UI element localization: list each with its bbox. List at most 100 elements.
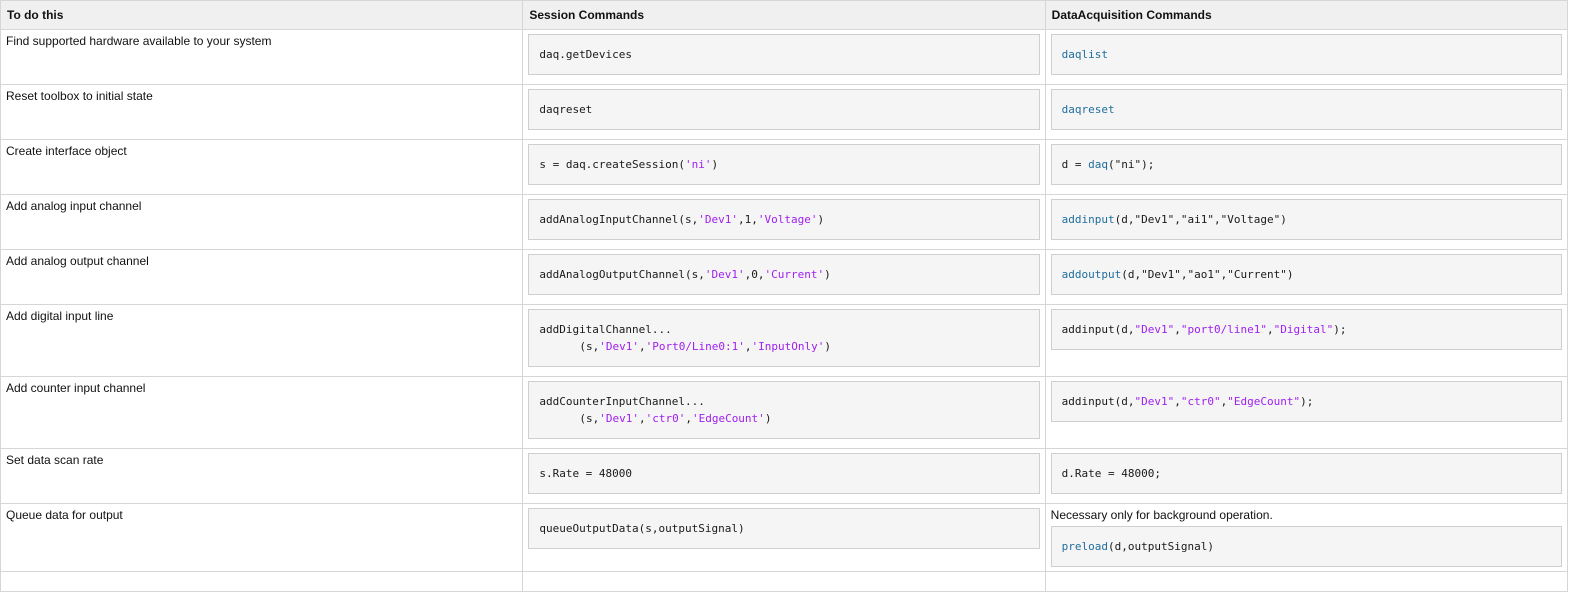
task-description: Add analog output channel (0, 249, 524, 305)
code-string-token: 'Voltage' (757, 213, 818, 226)
code-token: (d,"Dev1","ao1","Current") (1121, 268, 1294, 281)
task-description: Create interface object (0, 139, 524, 195)
code-token: addCounterInputChannel... (539, 395, 705, 408)
code-string-token: "port0/line1" (1180, 323, 1267, 336)
code-token: ) (817, 213, 825, 226)
code-token: ); (1333, 323, 1347, 336)
dataacquisition-command-cell: addinput(d,"Dev1","ctr0","EdgeCount"); (1044, 376, 1569, 449)
session-code-block[interactable]: s = daq.createSession('ni') (528, 144, 1040, 185)
code-function-token: preload (1061, 540, 1109, 553)
code-function-token: daqlist (1061, 48, 1109, 61)
table-row: Add analog input channel addAnalogInputCh… (0, 194, 1569, 250)
dataacquisition-command-cell: Necessary only for background operation.… (1044, 503, 1569, 572)
code-string-token: 'Current' (764, 268, 825, 281)
table-row: Queue data for output queueOutputData(s,o… (0, 503, 1569, 572)
dataacquisition-command-cell: d = daq("ni"); (1044, 139, 1569, 195)
dataacquisition-command-cell: d.Rate = 48000; (1044, 448, 1569, 504)
header-session-commands: Session Commands (522, 0, 1046, 30)
code-string-token: "Dev1" (1134, 395, 1175, 408)
code-string-token: "Digital" (1273, 323, 1334, 336)
code-line: daqreset (539, 101, 1028, 118)
dataacquisition-code-block[interactable]: addinput(d,"Dev1","ai1","Voltage") (1050, 199, 1562, 240)
session-command-cell: daqreset (522, 84, 1046, 140)
session-command-cell: addAnalogOutputChannel(s,'Dev1',0,'Curre… (522, 249, 1046, 305)
session-code-block[interactable]: queueOutputData(s,outputSignal) (528, 508, 1040, 549)
session-code-block[interactable]: s.Rate = 48000 (528, 453, 1040, 494)
code-string-token: 'Dev1' (599, 340, 639, 353)
command-note: Necessary only for background operation. (1050, 508, 1273, 522)
code-token: (d,"Dev1","ai1","Voltage") (1114, 213, 1287, 226)
code-string-token: 'InputOnly' (751, 340, 825, 353)
code-line: addoutput(d,"Dev1","ao1","Current") (1062, 266, 1551, 283)
code-line: s = daq.createSession('ni') (539, 156, 1028, 173)
session-code-block[interactable]: addDigitalChannel... (s,'Dev1','Port0/Lin… (528, 309, 1040, 367)
dataacquisition-code-block[interactable]: addoutput(d,"Dev1","ao1","Current") (1050, 254, 1562, 295)
task-description: Queue data for output (0, 503, 524, 572)
task-description: Add analog input channel (0, 194, 524, 250)
code-token: addDigitalChannel... (539, 323, 672, 336)
code-line: s.Rate = 48000 (539, 465, 1028, 482)
session-code-block[interactable]: daq.getDevices (528, 34, 1040, 75)
dataacquisition-code-block[interactable]: d = daq("ni"); (1050, 144, 1562, 185)
code-string-token: 'ni' (685, 158, 712, 171)
code-line: d.Rate = 48000; (1062, 465, 1551, 482)
table-row: Add counter input channel addCounterInput… (0, 376, 1569, 449)
task-description: Set data scan rate (0, 448, 524, 504)
code-string-token: "ctr0" (1180, 395, 1221, 408)
code-function-token: daq (1088, 158, 1109, 171)
code-line: addinput(d,"Dev1","ctr0","EdgeCount"); (1062, 393, 1551, 410)
code-line: daqreset (1062, 101, 1551, 118)
code-token: daqreset (539, 103, 593, 116)
code-line: addinput(d,"Dev1","ai1","Voltage") (1062, 211, 1551, 228)
dataacquisition-code-block[interactable]: addinput(d,"Dev1","port0/line1","Digital… (1050, 309, 1562, 350)
session-code-block[interactable]: daqreset (528, 89, 1040, 130)
code-token: ) (764, 412, 772, 425)
dataacquisition-command-cell: daqlist (1044, 29, 1569, 85)
code-function-token: addinput (1061, 213, 1115, 226)
session-code-block[interactable]: addAnalogOutputChannel(s,'Dev1',0,'Curre… (528, 254, 1040, 295)
session-code-block[interactable]: addCounterInputChannel... (s,'Dev1','ctr0… (528, 381, 1040, 439)
header-to-do-this: To do this (0, 0, 524, 30)
dataacquisition-code-block[interactable]: daqreset (1050, 89, 1562, 130)
code-token: ) (824, 268, 831, 281)
code-token: , (638, 412, 646, 425)
code-line: queueOutputData(s,outputSignal) (539, 520, 1028, 537)
code-string-token: 'ctr0' (645, 412, 686, 425)
code-string-token: "Dev1" (1134, 323, 1175, 336)
table-row: Set data scan rate s.Rate = 48000 d.Rate =… (0, 448, 1569, 504)
code-token: s = daq.createSession( (539, 158, 686, 171)
dataacquisition-code-block[interactable]: preload(d,outputSignal) (1050, 526, 1562, 567)
code-token: addinput(d, (1061, 323, 1135, 336)
code-line: (s,'Dev1','ctr0','EdgeCount') (539, 410, 1028, 427)
code-token: (s, (579, 412, 600, 425)
code-line: addinput(d,"Dev1","port0/line1","Digital… (1062, 321, 1551, 338)
table-row: Add digital input line addDigitalChannel.… (0, 304, 1569, 377)
dataacquisition-command-cell: addinput(d,"Dev1","port0/line1","Digital… (1044, 304, 1569, 377)
table-row: Add analog output channel addAnalogOutput… (0, 249, 1569, 305)
code-line: d = daq("ni"); (1062, 156, 1551, 173)
code-token: addAnalogOutputChannel(s, (539, 268, 705, 281)
session-code-block[interactable]: addAnalogInputChannel(s,'Dev1',1,'Voltag… (528, 199, 1040, 240)
code-string-token: 'EdgeCount' (691, 412, 765, 425)
dataacquisition-code-block[interactable]: addinput(d,"Dev1","ctr0","EdgeCount"); (1050, 381, 1562, 422)
code-token: d.Rate = 48000; (1061, 467, 1161, 480)
table-row: Reset toolbox to initial state daqreset da… (0, 84, 1569, 140)
code-token: , (685, 412, 692, 425)
code-token: ,0, (744, 268, 765, 281)
dataacquisition-code-block[interactable]: daqlist (1050, 34, 1562, 75)
comparison-table: To do this Session Commands DataAcquisit… (0, 0, 1569, 592)
dataacquisition-command-cell: daqreset (1044, 84, 1569, 140)
code-function-token: daqreset (1061, 103, 1115, 116)
dataacquisition-command-cell: addinput(d,"Dev1","ai1","Voltage") (1044, 194, 1569, 250)
header-dataacquisition-commands: DataAcquisition Commands (1044, 0, 1569, 30)
code-token: addAnalogInputChannel(s, (539, 213, 699, 226)
code-string-token: 'Dev1' (704, 268, 745, 281)
task-description: Find supported hardware available to you… (0, 29, 524, 85)
code-token: , (1174, 395, 1181, 408)
code-token: d = (1061, 158, 1089, 171)
session-command-cell: daq.getDevices (522, 29, 1046, 85)
dataacquisition-code-block[interactable]: d.Rate = 48000; (1050, 453, 1562, 494)
code-token: addinput(d, (1061, 395, 1135, 408)
code-line: addAnalogOutputChannel(s,'Dev1',0,'Curre… (539, 266, 1028, 283)
task-description: Reset toolbox to initial state (0, 84, 524, 140)
